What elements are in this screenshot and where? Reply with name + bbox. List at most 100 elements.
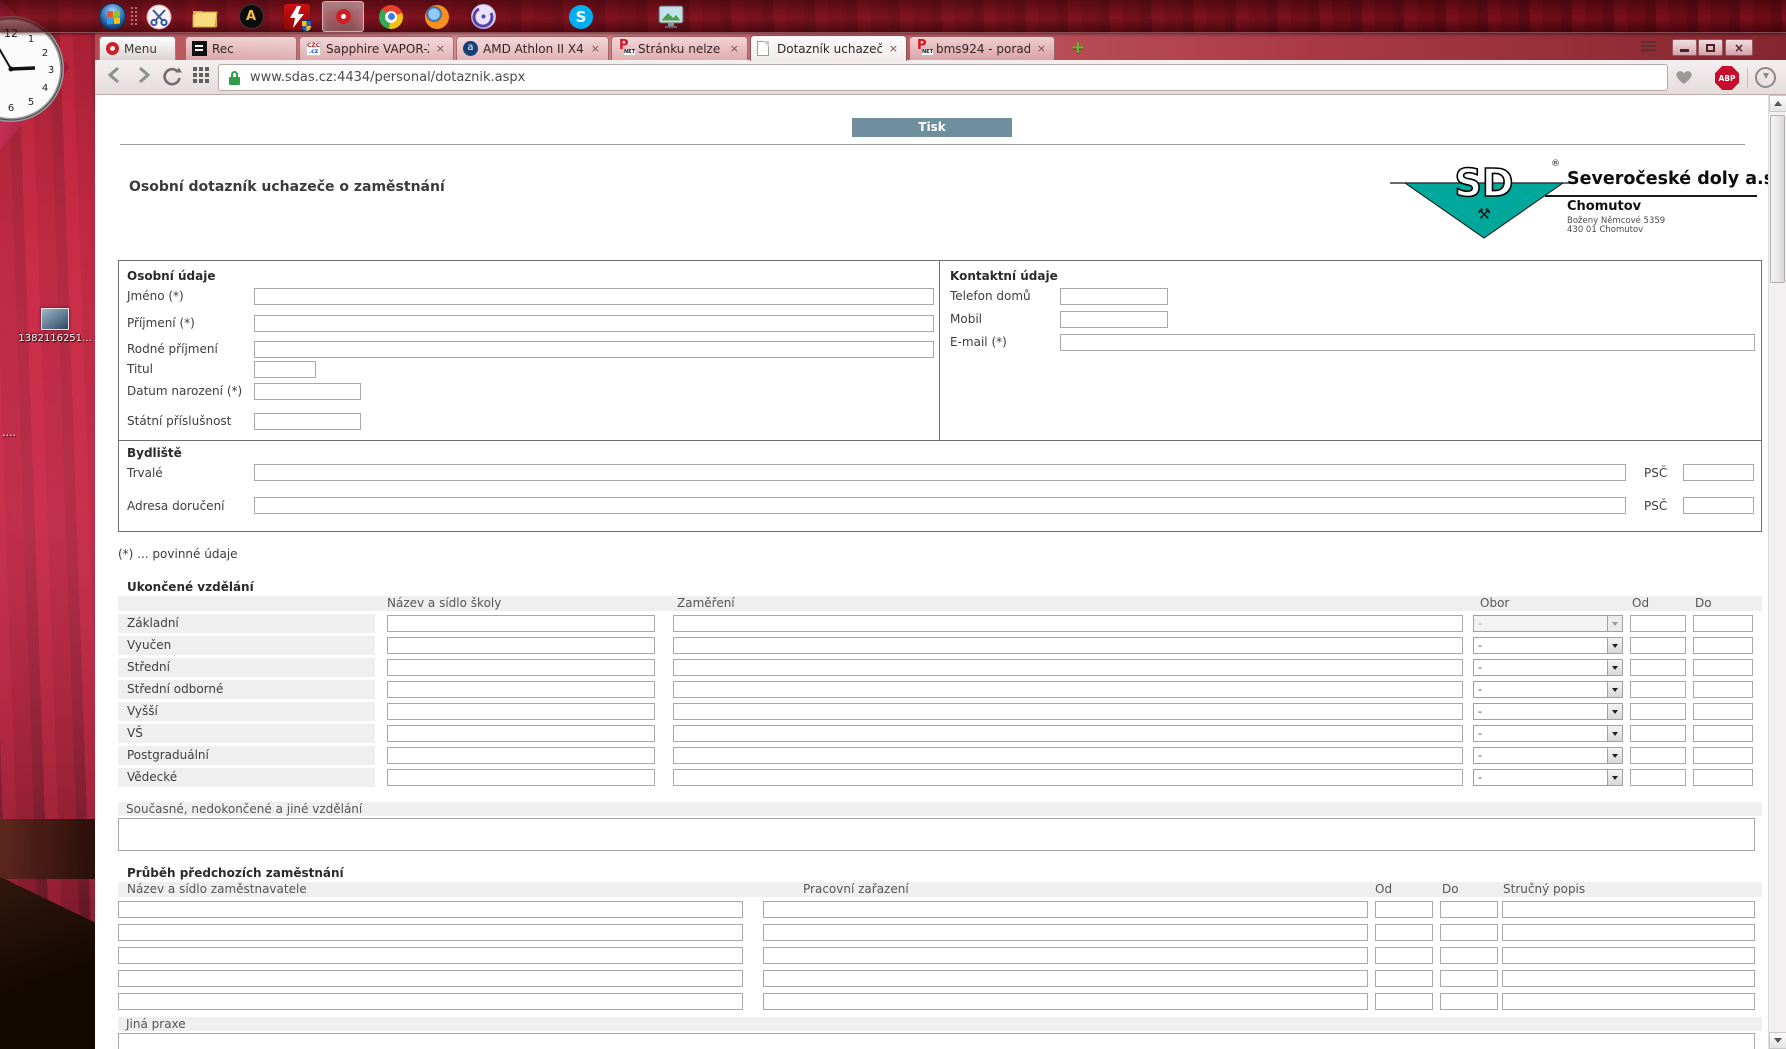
emp-desc-input[interactable] xyxy=(1502,901,1755,918)
position-input[interactable] xyxy=(763,970,1368,987)
emp-do-input[interactable] xyxy=(1440,970,1498,987)
emp-od-input[interactable] xyxy=(1375,924,1433,941)
obor-select[interactable]: - xyxy=(1473,681,1623,698)
focus-input[interactable] xyxy=(673,659,1463,676)
od-input[interactable] xyxy=(1630,681,1686,698)
scroll-down-button[interactable] xyxy=(1769,1032,1786,1049)
emp-od-input[interactable] xyxy=(1375,947,1433,964)
start-button[interactable] xyxy=(99,3,126,30)
od-input[interactable] xyxy=(1630,703,1686,720)
school-input[interactable] xyxy=(387,615,655,632)
address-bar[interactable] xyxy=(218,64,1668,91)
tab-close-icon[interactable]: × xyxy=(589,42,602,55)
position-input[interactable] xyxy=(763,947,1368,964)
emp-do-input[interactable] xyxy=(1440,947,1498,964)
od-input[interactable] xyxy=(1630,747,1686,764)
od-input[interactable] xyxy=(1630,615,1686,632)
focus-input[interactable] xyxy=(673,747,1463,764)
emp-do-input[interactable] xyxy=(1440,993,1498,1010)
do-input[interactable] xyxy=(1693,681,1753,698)
od-input[interactable] xyxy=(1630,725,1686,742)
focus-input[interactable] xyxy=(673,615,1463,632)
employer-input[interactable] xyxy=(118,970,743,987)
employer-input[interactable] xyxy=(118,901,743,918)
jmeno-input[interactable] xyxy=(254,288,934,305)
employer-input[interactable] xyxy=(118,947,743,964)
obor-select[interactable]: - xyxy=(1473,637,1623,654)
taskbar-skype-button[interactable]: S xyxy=(560,1,602,32)
do-input[interactable] xyxy=(1693,747,1753,764)
focus-input[interactable] xyxy=(673,769,1463,786)
telefon-domu-input[interactable] xyxy=(1060,288,1168,305)
od-input[interactable] xyxy=(1630,637,1686,654)
emp-od-input[interactable] xyxy=(1375,970,1433,987)
school-input[interactable] xyxy=(387,659,655,676)
school-input[interactable] xyxy=(387,703,655,720)
school-input[interactable] xyxy=(387,769,655,786)
do-input[interactable] xyxy=(1693,703,1753,720)
statni-prislusnost-input[interactable] xyxy=(254,413,361,430)
focus-input[interactable] xyxy=(673,725,1463,742)
od-input[interactable] xyxy=(1630,659,1686,676)
new-tab-button[interactable]: + xyxy=(1068,39,1088,57)
taskbar-opera-button[interactable] xyxy=(322,1,364,32)
adblock-plus-icon[interactable]: ABP xyxy=(1715,66,1739,90)
focus-input[interactable] xyxy=(673,637,1463,654)
emp-desc-input[interactable] xyxy=(1502,947,1755,964)
obor-select[interactable]: - xyxy=(1473,615,1623,632)
obor-select[interactable]: - xyxy=(1473,725,1623,742)
taskbar-flash-security-button[interactable] xyxy=(276,1,318,32)
prijmeni-input[interactable] xyxy=(254,315,934,332)
emp-desc-input[interactable] xyxy=(1502,970,1755,987)
school-input[interactable] xyxy=(387,725,655,742)
taskbar-imageviewer-button[interactable] xyxy=(650,1,692,32)
rodne-prijmeni-input[interactable] xyxy=(254,341,934,358)
browser-menu-button[interactable]: Menu xyxy=(99,36,176,60)
obor-select[interactable]: - xyxy=(1473,703,1623,720)
position-input[interactable] xyxy=(763,901,1368,918)
minimize-button[interactable] xyxy=(1672,39,1697,56)
school-input[interactable] xyxy=(387,681,655,698)
download-icon[interactable] xyxy=(1755,67,1776,88)
od-input[interactable] xyxy=(1630,769,1686,786)
scroll-up-button[interactable] xyxy=(1769,95,1786,112)
tab-close-icon[interactable]: × xyxy=(1035,42,1048,55)
tab-close-icon[interactable]: × xyxy=(728,42,741,55)
do-input[interactable] xyxy=(1693,615,1753,632)
email-input[interactable] xyxy=(1060,334,1755,351)
obor-select[interactable]: - xyxy=(1473,747,1623,764)
tab-bms924[interactable]: PNET bms924 - poradna.net × xyxy=(909,36,1055,60)
tab-close-icon[interactable]: × xyxy=(434,42,447,55)
trvale-psc-input[interactable] xyxy=(1683,464,1754,481)
obor-select[interactable]: - xyxy=(1473,769,1623,786)
close-button[interactable]: × xyxy=(1725,39,1753,56)
desktop-file-icon[interactable]: 1382116251... xyxy=(12,308,98,344)
employer-input[interactable] xyxy=(118,924,743,941)
adresa-doruceni-input[interactable] xyxy=(254,497,1626,514)
school-input[interactable] xyxy=(387,747,655,764)
emp-desc-input[interactable] xyxy=(1502,993,1755,1010)
school-input[interactable] xyxy=(387,637,655,654)
do-input[interactable] xyxy=(1693,769,1753,786)
taskbar-snippingtool-button[interactable] xyxy=(138,1,180,32)
emp-od-input[interactable] xyxy=(1375,993,1433,1010)
tab-amd[interactable]: a AMD Athlon II X4 640 - × xyxy=(456,36,609,60)
do-input[interactable] xyxy=(1693,725,1753,742)
tab-rec[interactable]: Rec xyxy=(185,36,297,60)
focus-input[interactable] xyxy=(673,681,1463,698)
other-practice-textarea[interactable] xyxy=(118,1033,1755,1049)
adresa-psc-input[interactable] xyxy=(1683,497,1754,514)
emp-do-input[interactable] xyxy=(1440,901,1498,918)
taskbar-bittorrent-button[interactable] xyxy=(462,1,504,32)
scrollbar-thumb[interactable] xyxy=(1770,115,1785,283)
taskbar-firefox-button[interactable] xyxy=(416,1,458,32)
other-education-textarea[interactable] xyxy=(118,818,1755,851)
titul-input[interactable] xyxy=(254,361,316,378)
bookmark-heart-icon[interactable] xyxy=(1675,69,1693,85)
obor-select[interactable]: - xyxy=(1473,659,1623,676)
mobil-input[interactable] xyxy=(1060,311,1168,328)
emp-desc-input[interactable] xyxy=(1502,924,1755,941)
do-input[interactable] xyxy=(1693,659,1753,676)
position-input[interactable] xyxy=(763,993,1368,1010)
emp-do-input[interactable] xyxy=(1440,924,1498,941)
